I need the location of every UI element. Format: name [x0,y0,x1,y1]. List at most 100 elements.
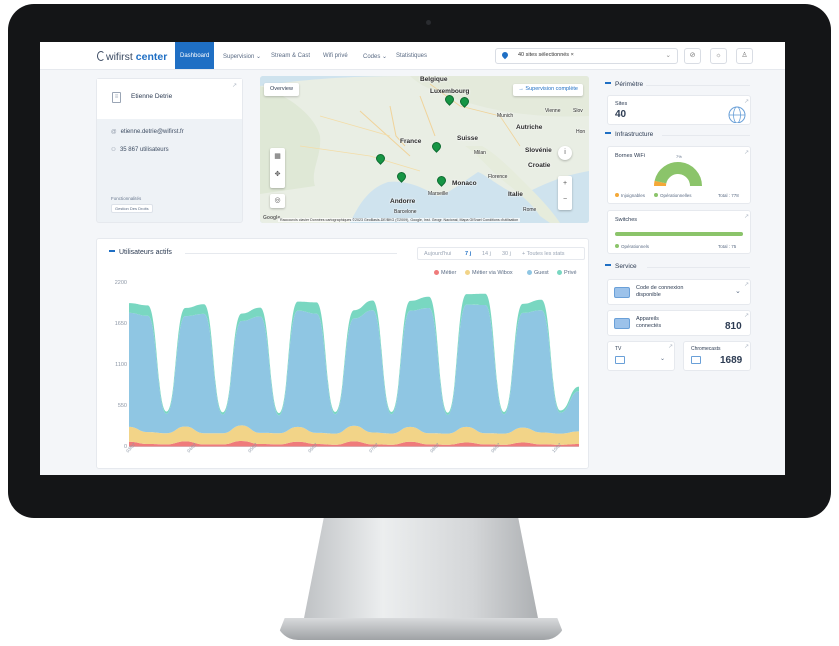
user-email: etienne.detrie@wifirst.fr [120,129,184,135]
map-label-france: France [400,138,422,145]
legend-dot [557,270,562,275]
external-link-icon[interactable]: ↗ [668,343,673,350]
map-label-barcelone: Barcelone [394,209,417,215]
bornes-gauge [654,162,702,187]
legend-prive[interactable]: Privé [557,270,577,276]
map-compass-icon[interactable]: ◎ [270,194,285,208]
legend-dot [615,244,619,248]
connection-code-card[interactable]: Code de connexion disponible ⌄ ↗ [607,279,751,305]
divider [646,85,750,86]
chromecasts-value: 1689 [720,355,743,366]
user-count: 35 867 utilisateurs [119,147,169,153]
nav-stream-cast[interactable]: Stream & Cast [271,53,310,59]
map-layers-control[interactable]: ▦ ✥ [270,148,285,188]
functions-label: Fonctionnalités [111,196,142,201]
chevron-down-icon[interactable]: ⌄ [660,355,665,362]
bornes-title: Bornes WiFi [615,153,645,159]
map-label-autriche: Autriche [516,124,543,131]
zoom-in-button[interactable]: + [558,176,572,192]
external-link-icon[interactable]: ↗ [744,281,749,288]
cast-icon [691,356,701,364]
nav-wifi-prive[interactable]: Wifi privé [323,53,348,59]
label-line: connectés [636,323,662,329]
camera [426,20,431,25]
supervision-complete-button[interactable]: → Supervision complète [513,84,583,96]
user-count-row: ⚇ 35 867 utilisateurs [111,147,169,153]
external-link-icon[interactable]: ↗ [744,98,749,105]
series-area-guest[interactable] [129,304,579,434]
sites-value: 40 [615,109,627,120]
external-link-icon[interactable]: ↗ [744,343,749,350]
sites-map[interactable]: Overview → Supervision complète Belgique… [260,76,589,223]
lightbulb-icon[interactable]: ☼ [710,48,727,64]
user-email-row: @ etienne.detrie@wifirst.fr [111,129,184,135]
map-label-hon: Hon [576,129,586,135]
legend-metier[interactable]: Métier [434,270,456,276]
draw-icon[interactable]: ✥ [270,166,285,184]
nav-dashboard[interactable]: Dashboard [175,42,215,69]
period-14d[interactable]: 14 j [482,251,491,257]
nav-supervision[interactable]: Supervision ⌄ [223,53,261,60]
map-label-croatie: Croatie [528,162,551,169]
legend-label: Injoignables [621,193,646,198]
map-label-suisse: Suisse [457,135,478,142]
globe-icon [728,106,746,123]
map-label-milan: Milan [474,150,486,156]
chevron-down-icon: ⌄ [665,52,671,59]
map-label-rome: Rome [523,207,537,213]
map-label-andorre: Andorre [390,198,416,205]
zoom-control[interactable]: + − [558,176,572,210]
y-tick-2200: 2200 [114,280,127,286]
map-icon[interactable]: ▦ [270,148,285,166]
map-label-monaco: Monaco [452,180,477,187]
bornes-legend-injoignables: Injoignables [615,193,645,198]
map-label-florence: Florence [488,174,508,180]
switches-card[interactable]: Switches ↗ Opérationnels Total : 75 [607,210,751,254]
connection-code-label: Code de connexion disponible [636,285,683,299]
zoom-out-button[interactable]: − [558,192,572,208]
period-7d[interactable]: 7 j [465,251,471,257]
chart-title: Utilisateurs actifs [109,249,172,256]
nav-codes[interactable]: Codes ⌄ [363,53,387,60]
bornes-wifi-card[interactable]: Bornes WiFi ↗ 7% Injoignables Opérationn… [607,146,751,204]
period-selector: Aujourd'hui 7 j 14 j 30 j + Toutes les s… [417,247,585,260]
switches-bar [615,232,743,236]
external-link-icon[interactable]: ↗ [232,82,237,89]
external-link-icon[interactable]: ↗ [744,149,749,156]
legend-guest[interactable]: Guest [527,270,549,276]
nav-statistiques[interactable]: Statistiques [396,53,427,59]
function-chip[interactable]: Gestion Des Droits [111,204,153,213]
bornes-legend-operationnelles: Opérationnelles [654,193,692,198]
legend-label: Privé [564,270,577,276]
connected-devices-card[interactable]: Appareils connectés 810 ↗ [607,310,751,336]
signal-off-icon[interactable]: ⊘ [684,48,701,64]
connected-devices-label: Appareils connectés [636,316,661,330]
switches-legend: Opérationnels [615,244,649,249]
brand-logo[interactable]: wifirst center [97,51,167,63]
map-label-belgique: Belgique [420,76,448,83]
brand-suffix: center [135,51,168,63]
label-line: disponible [636,292,661,298]
legend-dot [434,270,439,275]
external-link-icon[interactable]: ↗ [744,312,749,319]
chevron-down-icon[interactable]: ⌄ [735,287,741,295]
info-icon[interactable]: i [558,146,572,160]
sites-card[interactable]: Sites 40 ↗ [607,95,751,125]
chromecasts-card[interactable]: Chromecasts 1689 ↗ [683,341,751,371]
period-today[interactable]: Aujourd'hui [424,251,451,257]
period-30d[interactable]: 30 j [502,251,511,257]
at-icon: @ [111,129,117,135]
map-attribution[interactable]: Raccourcis clavier Données cartographiqu… [278,218,521,222]
external-link-icon[interactable]: ↗ [744,213,749,220]
y-tick-0: 0 [123,444,127,450]
user-icon[interactable]: ♙ [736,48,753,64]
code-icon [614,287,630,298]
legend-metier-wibox[interactable]: Métier via Wibox [465,270,513,276]
map-overview-tab[interactable]: Overview [264,83,299,96]
all-stats-link[interactable]: + Toutes les stats [522,251,565,257]
site-selector[interactable]: 40 sites sélectionnés × ⌄ [495,48,678,64]
perimetre-heading: Périmètre [605,81,643,88]
stacked-area-chart[interactable] [129,283,579,447]
sites-label: Sites [615,101,628,107]
tv-card[interactable]: TV ⌄ ↗ [607,341,675,371]
